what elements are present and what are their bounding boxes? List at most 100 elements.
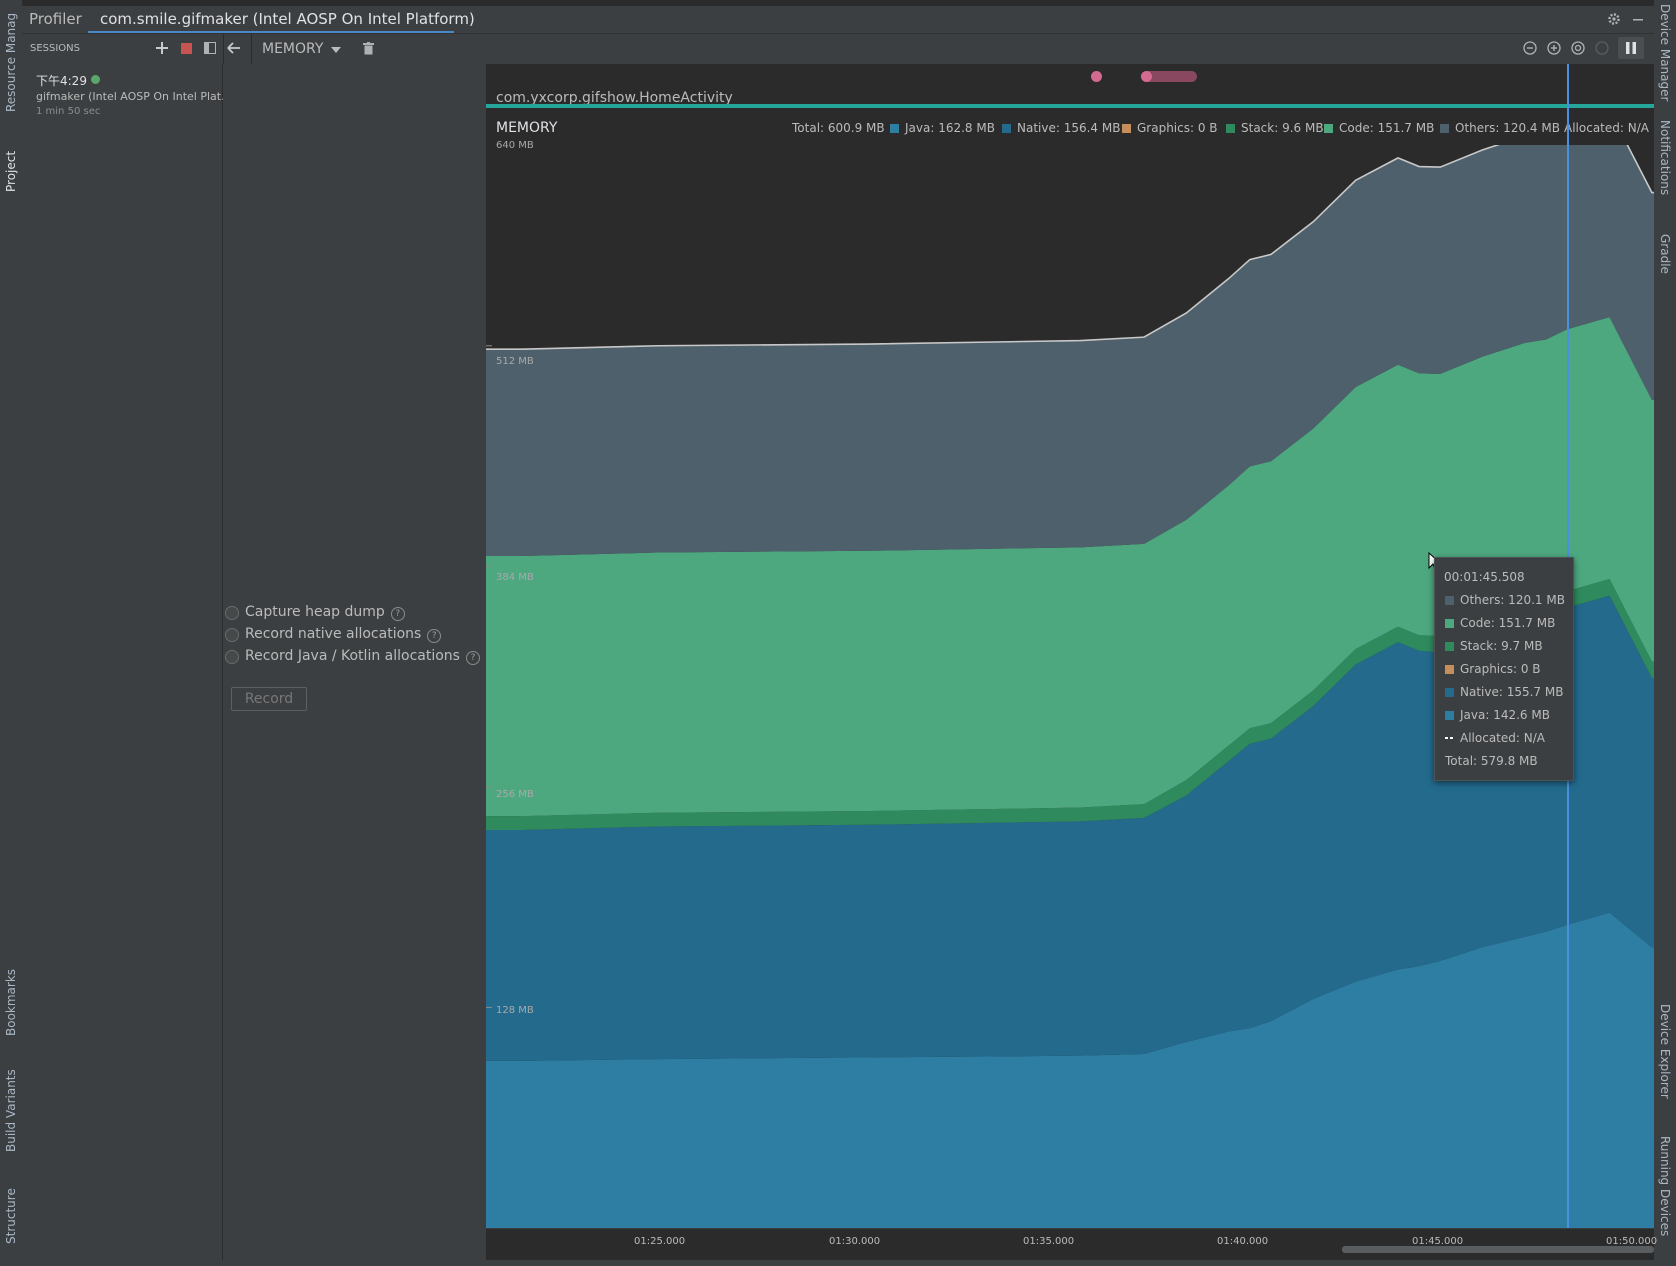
tooltip-row: Graphics: 0 B: [1445, 662, 1541, 676]
tool-tab-structure[interactable]: Structure: [4, 1188, 18, 1244]
tooltip-time: 00:01:45.508: [1444, 570, 1525, 584]
tooltip-swatch: [1445, 642, 1454, 651]
legend-swatch: [1122, 124, 1131, 133]
y-tick-label: 384 MB: [496, 572, 534, 583]
legend-native: Native: 156.4 MB: [1002, 121, 1120, 135]
tooltip-row: Others: 120.1 MB: [1445, 593, 1565, 607]
zoom-in-icon[interactable]: [1546, 40, 1562, 56]
tooltip-dash-swatch: [1445, 737, 1454, 739]
help-icon[interactable]: ?: [390, 607, 405, 621]
zoom-out-icon[interactable]: [1522, 40, 1538, 56]
sessions-label: SESSIONS: [30, 43, 81, 54]
option-label: Capture heap dump: [245, 604, 385, 620]
tooltip-swatch: [1445, 711, 1454, 720]
active-tab-underline: [88, 31, 454, 33]
tooltip-swatch: [1445, 688, 1454, 697]
legend-swatch: [1324, 124, 1333, 133]
minimize-icon[interactable]: [1630, 11, 1646, 27]
tool-tab-resource-manager[interactable]: Resource Manag: [4, 13, 18, 112]
tool-tab-notifications[interactable]: Notifications: [1658, 120, 1672, 195]
right-tool-strip: Device Manager Notifications Gradle Devi…: [1653, 0, 1676, 1266]
chevron-down-icon: [331, 42, 342, 56]
session-name: gifmaker (Intel AOSP On Intel Plat...: [36, 90, 232, 103]
tooltip-swatch: [1445, 619, 1454, 628]
tool-tab-build-variants[interactable]: Build Variants: [4, 1069, 18, 1152]
legend-allocated: Allocated: N/A: [1564, 121, 1649, 135]
session-item[interactable]: 下午4:29 gifmaker (Intel AOSP On Intel Pla…: [22, 66, 232, 117]
profiler-title: Profiler: [29, 10, 82, 28]
frame-icon: [1594, 40, 1610, 56]
tooltip-row: Native: 155.7 MB: [1445, 685, 1563, 699]
profiler-tab-bar: Profiler com.smile.gifmaker (Intel AOSP …: [22, 6, 1654, 34]
radio-capture-heap-dump[interactable]: [225, 606, 239, 620]
event-dot[interactable]: [1091, 71, 1102, 82]
legend-swatch: [1440, 124, 1449, 133]
legend-code: Code: 151.7 MB: [1324, 121, 1434, 135]
x-tick-label: 01:30.000: [829, 1236, 881, 1247]
y-tick-label: 512 MB: [496, 356, 534, 367]
option-record-java-kotlin-allocations[interactable]: Record Java / Kotlin allocations?: [223, 648, 483, 666]
gear-icon[interactable]: [1606, 11, 1622, 27]
x-tick-label: 01:35.000: [1023, 1236, 1075, 1247]
legend-total: Total: 600.9 MB: [792, 121, 885, 135]
back-arrow-icon[interactable]: [226, 40, 242, 56]
legend-swatch: [890, 124, 899, 133]
y-tick-label: 640 MB: [496, 140, 534, 151]
radio-record-java-kotlin[interactable]: [225, 650, 239, 664]
tooltip-swatch: [1445, 596, 1454, 605]
option-label: Record native allocations: [245, 626, 422, 642]
plus-icon[interactable]: [154, 40, 170, 56]
option-label: Record Java / Kotlin allocations: [245, 648, 460, 664]
tooltip-row: Allocated: N/A: [1445, 731, 1545, 745]
x-tick-label: 01:40.000: [1217, 1236, 1269, 1247]
timeline-scrollbar[interactable]: [1342, 1246, 1654, 1253]
legend-java: Java: 162.8 MB: [890, 121, 995, 135]
profiler-select-value: MEMORY: [262, 41, 324, 57]
tooltip-row: Code: 151.7 MB: [1445, 616, 1555, 630]
panel-icon[interactable]: [202, 40, 218, 56]
left-tool-strip: Resource Manag Project Bookmarks Build V…: [0, 0, 23, 1266]
legend-stack: Stack: 9.6 MB: [1226, 121, 1324, 135]
activity-bar: [486, 104, 1654, 108]
session-tab[interactable]: com.smile.gifmaker (Intel AOSP On Intel …: [100, 10, 475, 28]
legend-graphics: Graphics: 0 B: [1122, 121, 1218, 135]
toolbar-divider-2: [251, 34, 252, 64]
tooltip-total: Total: 579.8 MB: [1445, 754, 1538, 768]
tool-tab-gradle[interactable]: Gradle: [1658, 234, 1672, 274]
y-tick-label: 256 MB: [496, 789, 534, 800]
session-duration: 1 min 50 sec: [36, 106, 101, 117]
event-dot-start: [1141, 71, 1152, 82]
recording-options-panel: Capture heap dump? Record native allocat…: [223, 64, 487, 1260]
session-time: 下午4:29: [36, 74, 87, 88]
legend-swatch: [1226, 124, 1235, 133]
session-live-indicator: [91, 75, 100, 84]
data-tooltip: 00:01:45.508 Others: 120.1 MB Code: 151.…: [1434, 557, 1574, 781]
option-capture-heap-dump[interactable]: Capture heap dump?: [223, 604, 483, 622]
tool-tab-running-devices[interactable]: Running Devices: [1658, 1136, 1672, 1236]
x-tick-label: 01:25.000: [634, 1236, 686, 1247]
radio-record-native[interactable]: [225, 628, 239, 642]
memory-legend: Total: 600.9 MB Java: 162.8 MB Native: 1…: [486, 118, 1654, 138]
tooltip-row: Stack: 9.7 MB: [1445, 639, 1543, 653]
trash-icon[interactable]: [360, 40, 376, 56]
tooltip-swatch: [1445, 665, 1454, 674]
tooltip-row: Java: 142.6 MB: [1445, 708, 1550, 722]
record-button[interactable]: Record: [231, 687, 307, 711]
legend-swatch: [1002, 124, 1011, 133]
tool-tab-project[interactable]: Project: [4, 151, 18, 192]
legend-others: Others: 120.4 MB: [1440, 121, 1560, 135]
tool-tab-bookmarks[interactable]: Bookmarks: [4, 969, 18, 1036]
option-record-native-allocations[interactable]: Record native allocations?: [223, 626, 483, 644]
tool-tab-device-explorer[interactable]: Device Explorer: [1658, 1004, 1672, 1099]
toolbar-divider: [223, 34, 224, 64]
reset-zoom-icon[interactable]: [1570, 40, 1586, 56]
profiler-select[interactable]: MEMORY: [262, 40, 342, 58]
sessions-panel: 下午4:29 gifmaker (Intel AOSP On Intel Pla…: [22, 64, 232, 1260]
stop-icon[interactable]: [178, 40, 194, 56]
profiler-toolbar: SESSIONS MEMORY: [22, 34, 1654, 65]
y-tick-label: 128 MB: [496, 1005, 534, 1016]
pause-icon[interactable]: [1618, 37, 1644, 59]
tool-tab-device-manager[interactable]: Device Manager: [1658, 4, 1672, 101]
help-icon[interactable]: ?: [427, 629, 442, 643]
help-icon[interactable]: ?: [465, 651, 480, 665]
